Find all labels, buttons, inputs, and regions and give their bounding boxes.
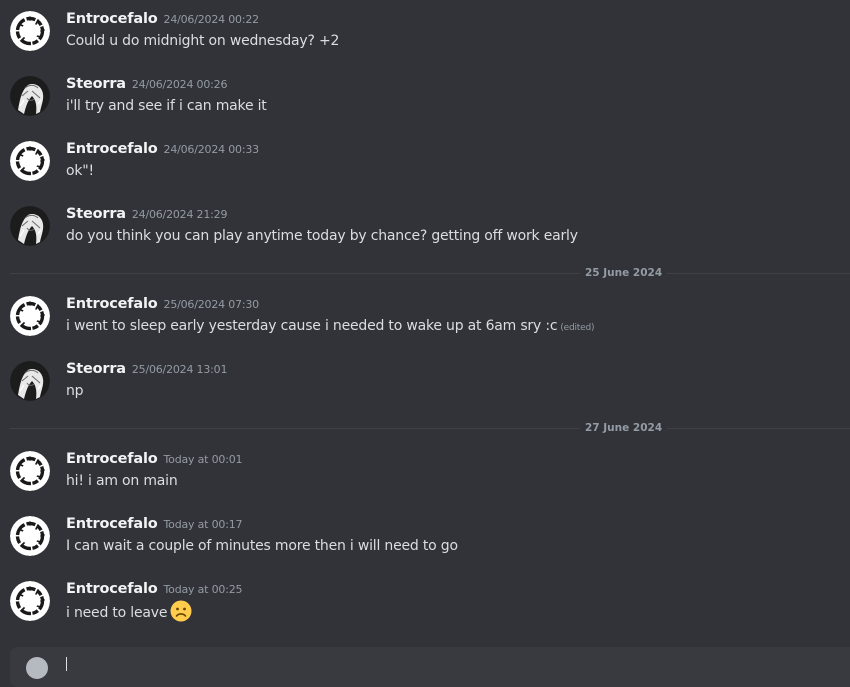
message-text: i'll try and see if i can make it <box>66 98 267 114</box>
username[interactable]: Entrocefalo <box>66 451 158 467</box>
message-text: np <box>66 383 84 399</box>
message-text: hi! i am on main <box>66 473 178 489</box>
avatar[interactable] <box>10 11 50 51</box>
message-body: i need to leave <box>66 605 168 621</box>
username[interactable]: Entrocefalo <box>66 141 158 157</box>
username[interactable]: Steorra <box>66 361 126 377</box>
avatar[interactable] <box>10 361 50 401</box>
avatar[interactable] <box>10 451 50 491</box>
message[interactable]: Entrocefalo Today at 00:17 I can wait a c… <box>0 505 850 553</box>
timestamp[interactable]: Today at 00:17 <box>164 518 243 531</box>
username[interactable]: Entrocefalo <box>66 11 158 27</box>
frowning-face-emoji[interactable] <box>170 600 192 629</box>
divider-line <box>10 428 850 429</box>
avatar[interactable] <box>10 76 50 116</box>
avatar[interactable] <box>10 141 50 181</box>
chat-log: Entrocefalo 24/06/2024 00:22 Could u do m… <box>0 0 850 687</box>
message-text: ok"! <box>66 163 94 179</box>
username[interactable]: Steorra <box>66 76 126 92</box>
text-cursor <box>66 657 67 671</box>
username[interactable]: Steorra <box>66 206 126 222</box>
message-text: do you think you can play anytime today … <box>66 228 578 244</box>
avatar[interactable] <box>10 296 50 336</box>
edited-label[interactable]: (edited) <box>560 323 594 333</box>
date-divider-label: 25 June 2024 <box>580 266 668 280</box>
message-text: Could u do midnight on wednesday? +2 <box>66 33 340 49</box>
date-divider: 25 June 2024 <box>10 266 850 280</box>
message[interactable]: Steorra 24/06/2024 21:29 do you think you… <box>0 195 850 243</box>
message[interactable]: Steorra 24/06/2024 00:26 i'll try and see… <box>0 65 850 113</box>
timestamp[interactable]: 24/06/2024 00:26 <box>132 78 228 91</box>
timestamp[interactable]: Today at 00:25 <box>164 583 243 596</box>
message[interactable]: Entrocefalo Today at 00:25 i need to leav… <box>0 570 850 622</box>
date-divider-label: 27 June 2024 <box>580 421 668 435</box>
timestamp[interactable]: 24/06/2024 00:22 <box>164 13 260 26</box>
message-composer[interactable] <box>10 647 850 687</box>
timestamp[interactable]: 24/06/2024 00:33 <box>164 143 260 156</box>
timestamp[interactable]: 25/06/2024 13:01 <box>132 363 228 376</box>
username[interactable]: Entrocefalo <box>66 296 158 312</box>
message-text: i went to sleep early yesterday cause i … <box>66 315 594 339</box>
message-text: i need to leave <box>66 600 192 629</box>
message[interactable]: Entrocefalo 24/06/2024 00:33 ok"! <box>0 130 850 178</box>
username[interactable]: Entrocefalo <box>66 516 158 532</box>
message[interactable]: Entrocefalo 24/06/2024 00:22 Could u do m… <box>0 0 850 48</box>
message[interactable]: Entrocefalo 25/06/2024 07:30 i went to sl… <box>0 285 850 333</box>
message[interactable]: Steorra 25/06/2024 13:01 np <box>0 350 850 398</box>
avatar[interactable] <box>10 581 50 621</box>
message[interactable]: Entrocefalo Today at 00:01 hi! i am on ma… <box>0 440 850 488</box>
divider-line <box>10 273 850 274</box>
date-divider: 27 June 2024 <box>10 421 850 435</box>
avatar[interactable] <box>10 516 50 556</box>
avatar[interactable] <box>10 206 50 246</box>
timestamp[interactable]: Today at 00:01 <box>164 453 243 466</box>
message-body: i went to sleep early yesterday cause i … <box>66 318 558 334</box>
timestamp[interactable]: 24/06/2024 21:29 <box>132 208 228 221</box>
plus-circle-icon[interactable] <box>26 657 48 679</box>
username[interactable]: Entrocefalo <box>66 581 158 597</box>
timestamp[interactable]: 25/06/2024 07:30 <box>164 298 260 311</box>
message-text: I can wait a couple of minutes more then… <box>66 538 458 554</box>
